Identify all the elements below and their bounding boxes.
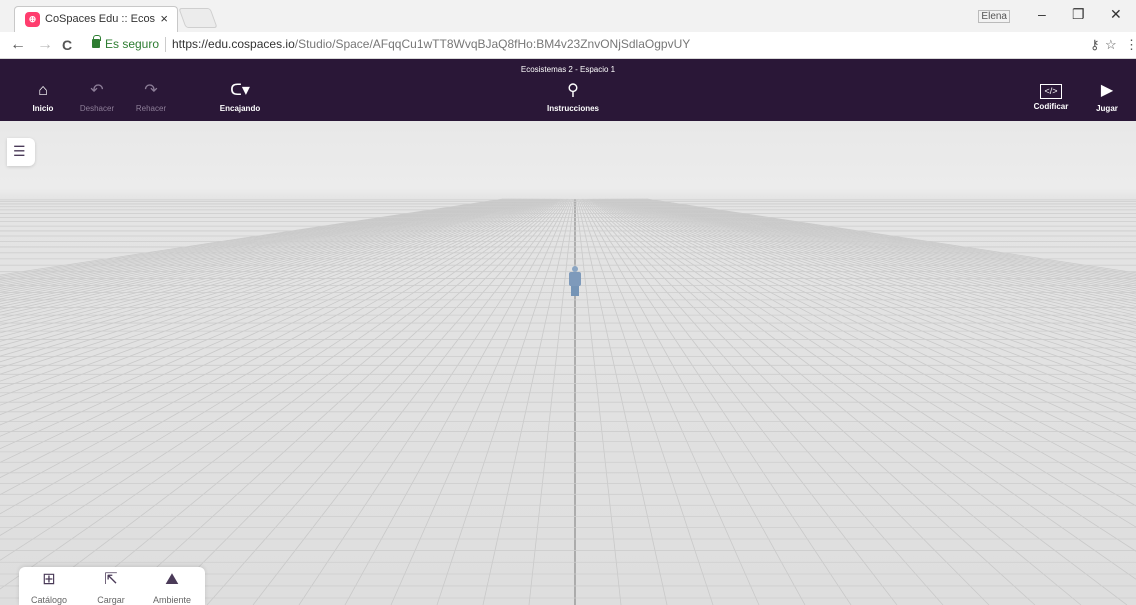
scene-viewport[interactable] (0, 121, 1136, 605)
home-icon: ⌂ (38, 82, 48, 99)
address-bar[interactable]: Es seguro https://edu.cospaces.io/Studio… (86, 35, 1098, 55)
environment-label: Ambiente (152, 595, 192, 605)
key-icon[interactable]: ⚷ (1090, 37, 1100, 53)
close-window-button[interactable]: ✕ (1110, 6, 1122, 23)
upload-button[interactable]: ⇱ Cargar (83, 571, 139, 605)
url-text: https://edu.cospaces.io/Studio/Space/AFq… (172, 37, 690, 51)
object-list-toggle[interactable]: ☰ (7, 138, 35, 166)
cospaces-favicon-icon: ⊕ (25, 12, 40, 27)
snap-label: Encajando (219, 104, 261, 113)
catalog-button[interactable]: ⊞ Catálogo (21, 571, 77, 605)
browser-menu-icon[interactable]: ⋮ (1125, 37, 1136, 53)
reload-button[interactable]: C (62, 37, 72, 53)
undo-button[interactable]: ↶ Deshacer (74, 81, 120, 113)
code-icon: </> (1040, 84, 1062, 99)
home-button[interactable]: ⌂ Inicio (28, 81, 58, 113)
browser-tab-strip: ⊕ CoSpaces Edu :: Ecosistemas × Elena – … (0, 0, 1136, 32)
secure-label: Es seguro (105, 37, 160, 51)
ground-grid (0, 198, 1136, 605)
magnet-icon: ᑕ▾ (230, 82, 250, 99)
code-button[interactable]: </> Codificar (1028, 81, 1074, 111)
upload-icon: ⇱ (104, 571, 118, 588)
editor-toolbar: Ecosistemas 2 - Espacio 1 ⌂ Inicio ↶ Des… (0, 59, 1136, 121)
play-label: Jugar (1096, 104, 1118, 113)
bottom-panel: ⊞ Catálogo ⇱ Cargar ⛰ Ambiente (19, 567, 205, 605)
url-host: https://edu.cospaces.io (172, 37, 295, 51)
environment-icon: ⛰ (165, 571, 179, 588)
maximize-button[interactable]: ❐ (1072, 6, 1085, 23)
instructions-button[interactable]: ⚲ Instrucciones (538, 81, 608, 113)
catalog-label: Catálogo (30, 595, 68, 605)
home-label: Inicio (32, 104, 54, 113)
snap-button[interactable]: ᑕ▾ Encajando (212, 81, 268, 113)
lock-icon (92, 35, 101, 48)
character-body (569, 272, 581, 286)
catalog-icon: ⊞ (42, 571, 56, 588)
space-title: Ecosistemas 2 - Espacio 1 (520, 65, 616, 74)
redo-icon: ↷ (144, 82, 158, 99)
back-button[interactable]: ← (10, 36, 26, 54)
play-icon: ▶ (1100, 82, 1114, 99)
minimize-button[interactable]: – (1038, 6, 1046, 22)
address-row: ← → C Es seguro https://edu.cospaces.io/… (0, 32, 1136, 59)
new-tab-button[interactable] (178, 8, 218, 28)
instructions-icon: ⚲ (567, 82, 579, 99)
tab-close-icon[interactable]: × (160, 11, 168, 26)
browser-tab[interactable]: ⊕ CoSpaces Edu :: Ecosistemas × (14, 6, 178, 32)
play-button[interactable]: ▶ Jugar (1090, 81, 1124, 113)
environment-button[interactable]: ⛰ Ambiente (144, 571, 200, 605)
scene-character[interactable] (568, 266, 582, 296)
forward-button[interactable]: → (37, 36, 53, 54)
list-icon: ☰ (13, 143, 26, 159)
undo-label: Deshacer (79, 104, 115, 113)
address-separator (165, 37, 166, 52)
bookmark-star-icon[interactable]: ☆ (1105, 37, 1117, 53)
redo-label: Rehacer (135, 104, 167, 113)
undo-icon: ↶ (90, 82, 104, 99)
redo-button[interactable]: ↷ Rehacer (130, 81, 172, 113)
instructions-label: Instrucciones (546, 104, 599, 113)
code-label: Codificar (1033, 102, 1069, 111)
character-legs (571, 286, 579, 296)
url-path: /Studio/Space/AFqqCu1wTT8WvqBJaQ8fHo:BM4… (294, 37, 691, 51)
tab-title: CoSpaces Edu :: Ecosistemas (45, 13, 155, 25)
upload-label: Cargar (97, 595, 125, 605)
profile-button[interactable]: Elena (978, 10, 1010, 23)
